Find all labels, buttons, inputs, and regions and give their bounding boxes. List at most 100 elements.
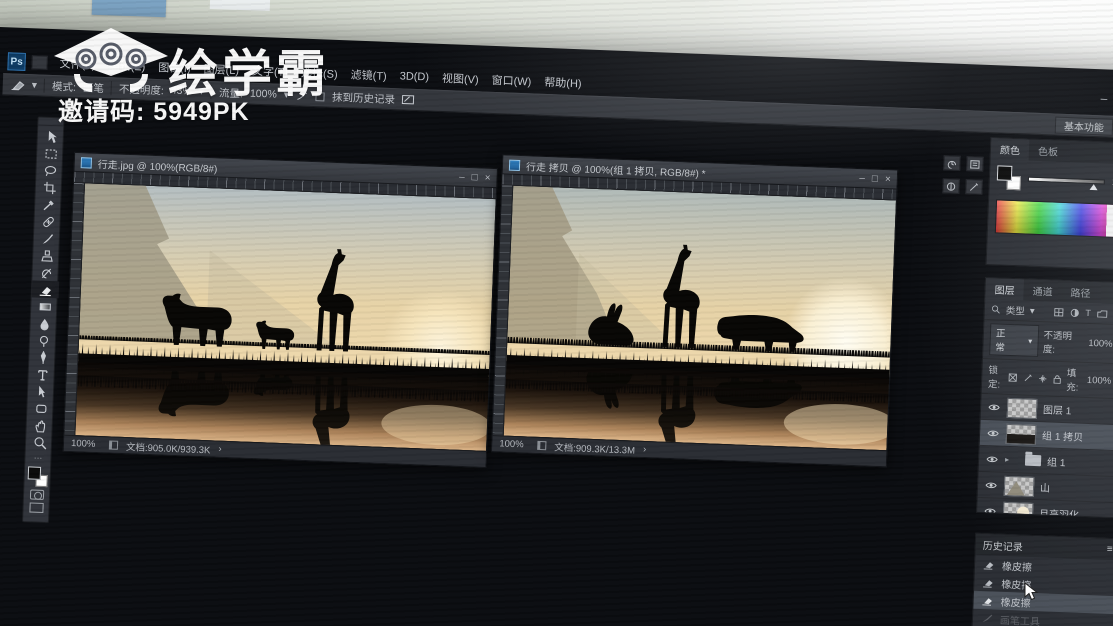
doc2-canvas[interactable] (503, 185, 896, 451)
workspace-switcher[interactable]: 基本功能 (1054, 116, 1113, 136)
tool-gradient-icon[interactable] (31, 297, 59, 315)
doc1-minimize-icon[interactable]: – (459, 171, 465, 182)
tool-brush-icon[interactable] (34, 229, 62, 247)
layer-thumbnail[interactable] (1003, 475, 1035, 497)
tool-crop-icon[interactable] (36, 178, 64, 196)
menu-filter[interactable]: 滤镜(T) (350, 66, 387, 83)
history-panel-title: 历史记录 (982, 541, 1023, 554)
collapsed-styles-panel-icon[interactable] (965, 179, 983, 195)
foreground-background-swatches[interactable] (27, 466, 48, 488)
doc2-status-chevron-icon[interactable]: › (643, 444, 647, 455)
mouse-cursor (1024, 582, 1039, 601)
group-expand-icon[interactable]: ▸ (1005, 455, 1012, 464)
collapsed-properties-panel-icon[interactable] (966, 156, 984, 172)
tools-panel: … (21, 116, 65, 524)
menu-window[interactable]: 窗口(W) (491, 72, 531, 90)
layer-thumbnail[interactable] (1002, 501, 1034, 518)
doc1-close-icon[interactable]: × (484, 172, 490, 183)
tab-channels[interactable]: 通道 (1023, 279, 1062, 301)
doc2-maximize-icon[interactable]: □ (872, 173, 878, 184)
tool-shape-icon[interactable] (27, 399, 55, 417)
doc1-zoom-value[interactable]: 100% (71, 438, 101, 450)
document-icon (80, 156, 93, 169)
layer-filter-type-label[interactable]: 类型 (1006, 303, 1026, 318)
history-step-label: 画笔工具 (999, 615, 1041, 626)
collapsed-adjustments-panel-icon[interactable] (942, 178, 960, 194)
app-minimize-icon[interactable]: – (1096, 91, 1113, 106)
tool-eraser-icon[interactable] (31, 280, 60, 299)
tool-history-brush-icon[interactable] (32, 263, 60, 281)
fill-label: 填充: (1066, 368, 1079, 394)
visibility-eye-icon[interactable] (985, 455, 999, 464)
tool-lasso-icon[interactable] (36, 161, 64, 179)
document-window-2: 行走 拷贝 @ 100%(组 1 拷贝, RGB/8#) * – □ × 100… (491, 154, 899, 468)
color-spectrum-ramp[interactable] (994, 199, 1113, 239)
wall-sticker-white (209, 0, 271, 12)
layer-filter-dropdown-icon[interactable]: ▾ (1030, 305, 1035, 316)
layer-name[interactable]: 月亮羽化 (1039, 505, 1080, 517)
layers-opacity-value[interactable]: 100% (1088, 337, 1113, 349)
tool-spot-heal-icon[interactable] (34, 212, 62, 230)
document-icon (508, 159, 521, 171)
visibility-eye-icon[interactable] (984, 481, 998, 490)
blend-mode-dropdown-icon: ▾ (1028, 336, 1033, 346)
doc1-canvas[interactable] (75, 183, 496, 451)
tool-hand-icon[interactable] (26, 416, 54, 434)
layer-thumbnail[interactable] (1005, 423, 1037, 445)
doc2-zoom-value[interactable]: 100% (499, 438, 529, 450)
tool-path-select-icon[interactable] (28, 382, 56, 400)
visibility-eye-icon[interactable] (986, 429, 1000, 438)
menu-view[interactable]: 视图(V) (442, 70, 479, 87)
tab-color[interactable]: 颜色 (990, 138, 1030, 161)
doc1-maximize-icon[interactable]: □ (471, 172, 477, 183)
doc2-artwork (503, 185, 896, 451)
tab-swatches[interactable]: 色板 (1029, 140, 1068, 162)
tool-type-icon[interactable] (28, 365, 56, 383)
color-panel-swatches[interactable] (996, 165, 1022, 191)
tool-clone-stamp-icon[interactable] (33, 246, 61, 264)
doc2-save-status-icon (537, 440, 547, 451)
screen-mode-icon[interactable] (28, 502, 44, 513)
tool-marquee-icon[interactable] (37, 144, 65, 162)
layer-thumbnail[interactable] (1006, 397, 1038, 419)
visibility-eye-icon[interactable] (983, 507, 997, 516)
toolbar-more-icon[interactable]: … (25, 450, 50, 463)
menu-3d[interactable]: 3D(D) (399, 70, 429, 83)
visibility-eye-icon[interactable] (987, 403, 1001, 412)
tab-paths[interactable]: 路径 (1061, 281, 1100, 303)
lock-buttons[interactable] (1008, 372, 1062, 384)
layer-name[interactable]: 组 1 (1047, 453, 1066, 469)
fill-value[interactable]: 100% (1087, 374, 1112, 386)
layers-panel: 图层 通道 路径 类型 ▾ T 正常 ▾ 不透明度: 100% 锁定: 填充: … (976, 276, 1113, 519)
tool-move-icon[interactable] (37, 127, 65, 145)
eraser-tool-icon[interactable] (11, 78, 25, 91)
color-slider[interactable] (1027, 176, 1105, 190)
app-bar-button[interactable] (31, 55, 48, 70)
quick-mask-icon[interactable] (29, 489, 44, 500)
tool-blur-icon[interactable] (30, 314, 58, 332)
color-slider-handle[interactable] (1089, 183, 1098, 190)
doc1-status-chevron-icon[interactable]: › (218, 444, 222, 455)
collapsed-history-panel-icon[interactable] (943, 155, 961, 171)
layer-name[interactable]: 图层 1 (1043, 401, 1072, 417)
collapsed-panels-strip (938, 151, 986, 199)
doc2-close-icon[interactable]: × (885, 174, 891, 185)
huixueba-logo-icon (54, 28, 168, 92)
wall-sticker-blue (91, 0, 167, 18)
history-panel-menu-icon[interactable]: ≡ (1107, 544, 1113, 555)
tool-zoom-icon[interactable] (26, 433, 54, 451)
blend-mode-select[interactable]: 正常 ▾ (989, 323, 1039, 358)
tab-layers[interactable]: 图层 (985, 277, 1025, 301)
doc2-minimize-icon[interactable]: – (859, 173, 865, 184)
tool-pen-icon[interactable] (29, 348, 57, 366)
tool-dodge-icon[interactable] (30, 331, 58, 349)
color-panel: 颜色 色板 100 (985, 137, 1113, 271)
layer-name[interactable]: 山 (1040, 479, 1051, 494)
options-dropdown-icon[interactable]: ▾ (32, 79, 38, 91)
tool-eyedropper-icon[interactable] (35, 195, 63, 213)
layer-filter-buttons[interactable]: T (1053, 307, 1113, 320)
brush-panel-icon[interactable] (402, 93, 415, 105)
layer-name[interactable]: 组 1 拷贝 (1042, 427, 1084, 444)
menu-help[interactable]: 帮助(H) (544, 74, 582, 91)
erase-history-label[interactable]: 抹到历史记录 (332, 89, 396, 106)
